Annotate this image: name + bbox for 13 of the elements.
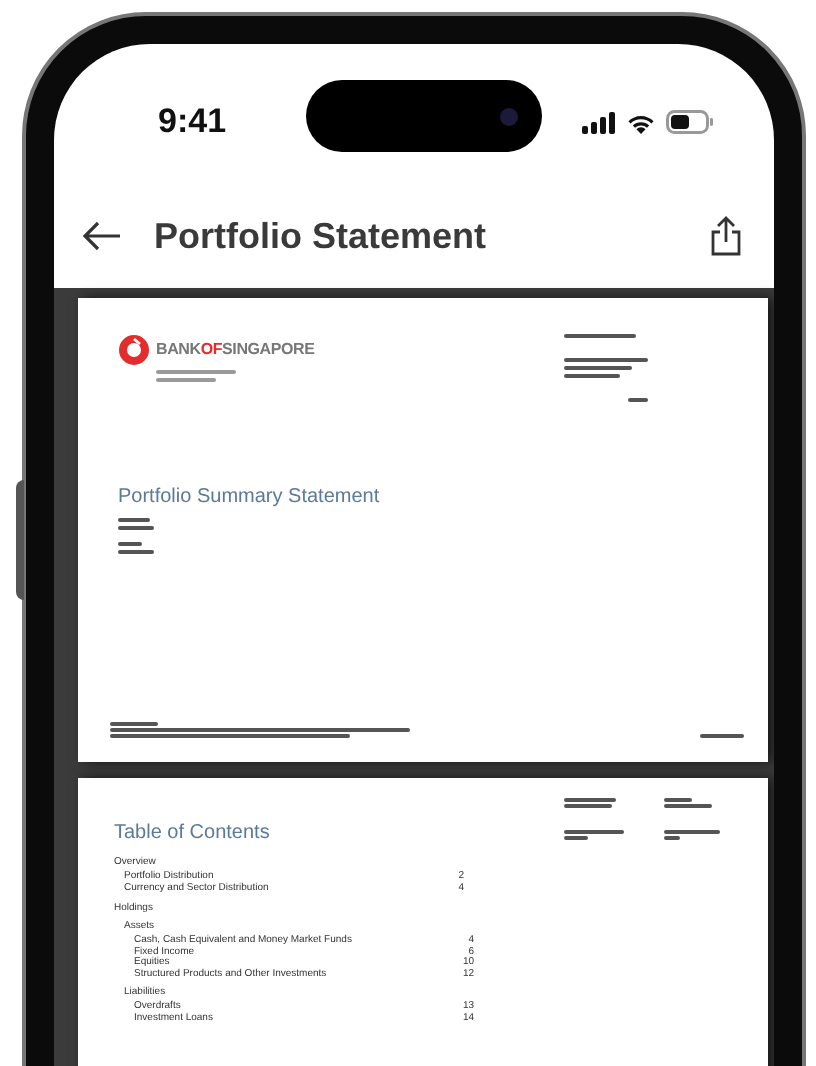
contents-heading: Table of Contents	[114, 820, 270, 848]
statement-heading: Portfolio Summary Statement	[118, 484, 382, 512]
screen-title: Portfolio Statement	[154, 213, 489, 259]
share-icon	[710, 216, 742, 256]
bank-logo-text: BANKOFSINGAPORE	[156, 338, 315, 362]
status-time: 9:41	[158, 100, 227, 145]
camera-icon	[500, 107, 518, 125]
phone-side-button-drawing	[16, 480, 24, 600]
signal-icon	[582, 111, 616, 133]
wifi-icon	[626, 111, 656, 133]
back-arrow-icon	[82, 220, 122, 252]
bank-logo-icon	[118, 334, 150, 366]
battery-icon	[666, 110, 714, 134]
